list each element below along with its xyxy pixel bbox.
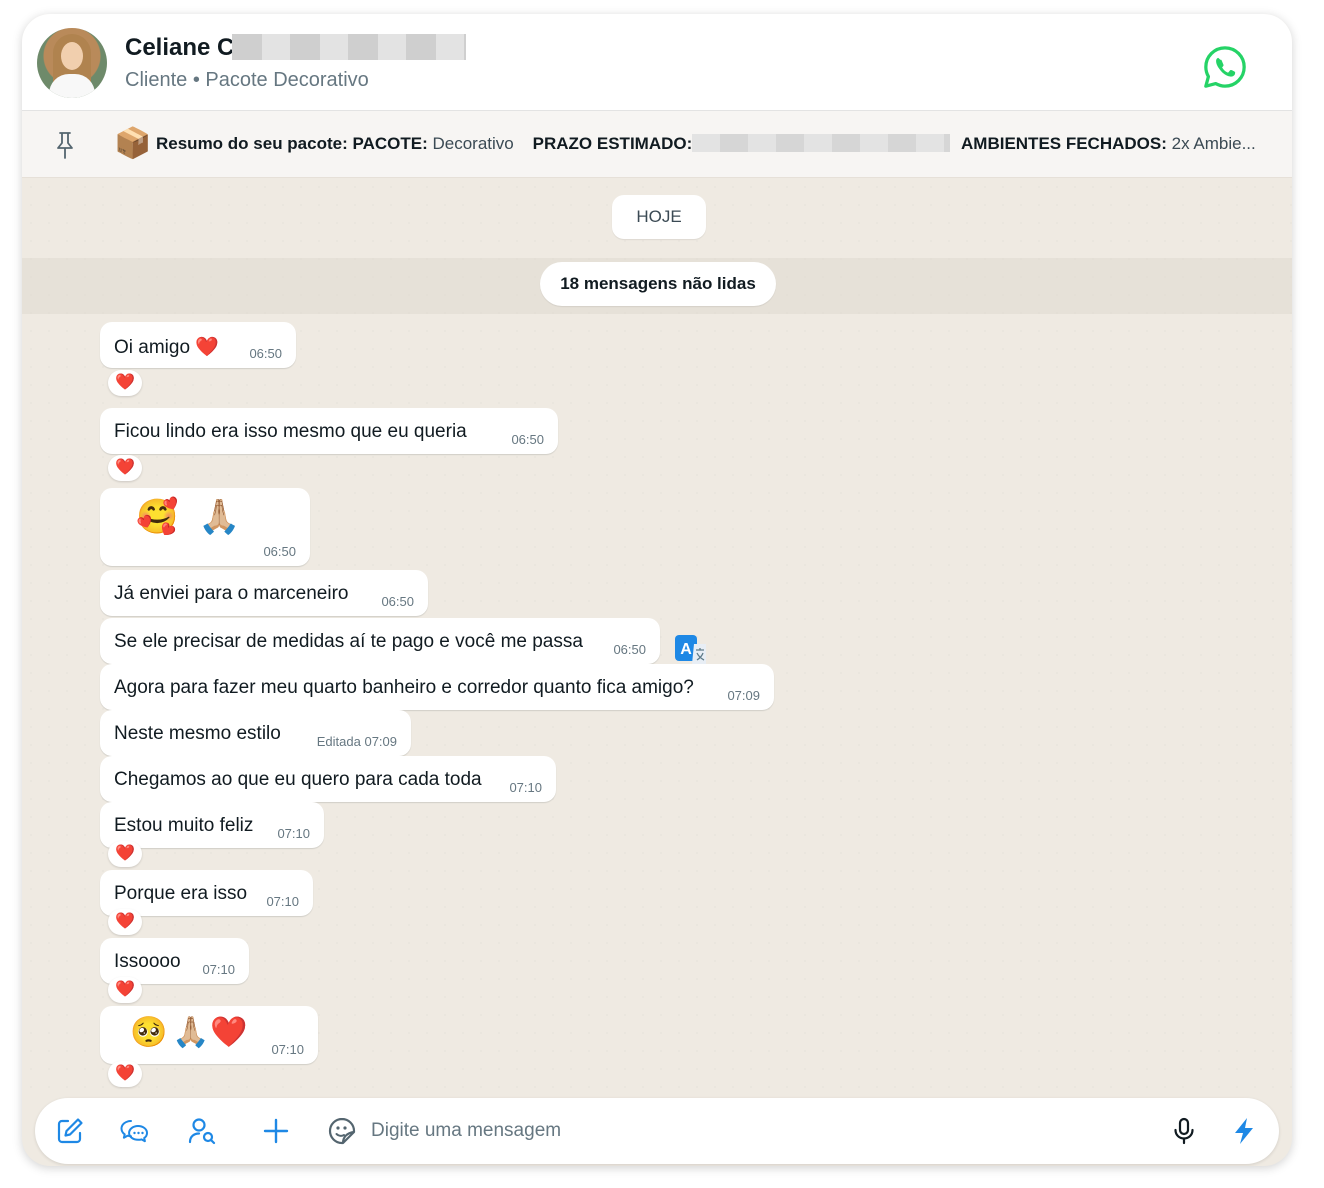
message-bubble[interactable]: Ficou lindo era isso mesmo que eu queria… [100, 408, 558, 454]
pinned-prazo-key: PRAZO ESTIMADO: [532, 134, 693, 153]
message-text: Ficou lindo era isso mesmo que eu queria [114, 421, 467, 442]
message-text: Chegamos ao que eu quero para cada toda [114, 769, 482, 790]
edit-icon[interactable] [55, 1116, 85, 1146]
message-bubble[interactable]: Se ele precisar de medidas aí te pago e … [100, 618, 660, 664]
message-composer: Digite uma mensagem [35, 1098, 1279, 1164]
heart-reaction-icon[interactable]: ❤️ [108, 841, 142, 867]
whatsapp-icon[interactable] [1202, 44, 1248, 90]
redacted-surname [232, 34, 466, 60]
message-bubble[interactable]: Já enviei para o marceneiro 06:50 [100, 570, 428, 616]
message-time: 06:50 [263, 544, 296, 559]
heart-reaction-icon[interactable]: ❤️ [108, 909, 142, 935]
red-heart-emoji: ❤️ [210, 1016, 248, 1049]
package-box-icon: 📦 [114, 127, 152, 160]
message-time: 07:10 [277, 826, 310, 841]
chat-header: Celiane C Cliente • Pacote Decorativo [22, 14, 1292, 111]
avatar-face [61, 42, 83, 70]
plus-icon[interactable] [261, 1116, 291, 1146]
chat-window: Celiane C Cliente • Pacote Decorativo 📦 … [22, 14, 1292, 1166]
message-bubble[interactable]: Agora para fazer meu quarto banheiro e c… [100, 664, 774, 710]
svg-text:A: A [680, 641, 692, 658]
message-text: Já enviei para o marceneiro [114, 583, 349, 604]
pinned-pacote-key: PACOTE: [352, 134, 428, 153]
smiling-hearts-emoji: 🥰 [136, 498, 179, 536]
pin-icon[interactable] [55, 131, 75, 159]
praying-hands-emoji: 🙏🏼 [172, 1016, 210, 1049]
pinned-ambientes-key: AMBIENTES FECHADOS: [961, 134, 1167, 153]
heart-reaction-icon[interactable]: ❤️ [108, 1061, 142, 1087]
pinned-label: Resumo do seu pacote: [156, 134, 348, 153]
message-time: 07:10 [202, 962, 235, 977]
pinned-summary-text: Resumo do seu pacote: PACOTE: Decorativo… [156, 134, 1256, 154]
message-time: 06:50 [613, 642, 646, 657]
contact-search-icon[interactable] [187, 1116, 217, 1146]
message-text: Oi amigo ❤️ [114, 337, 219, 358]
contact-subtitle: Cliente • Pacote Decorativo [125, 69, 369, 91]
emoji-message-bubble[interactable]: 🥰 🙏🏼 06:50 [100, 488, 310, 566]
pinned-pacote-value: Decorativo [432, 134, 514, 153]
heart-reaction-icon[interactable]: ❤️ [108, 455, 142, 481]
message-text: Estou muito feliz [114, 815, 254, 836]
message-time: 06:50 [381, 594, 414, 609]
praying-hands-emoji: 🙏🏼 [198, 498, 241, 536]
message-time: 06:50 [249, 346, 282, 361]
contact-avatar[interactable] [37, 28, 107, 98]
quick-replies-icon[interactable] [119, 1116, 149, 1146]
unread-messages-label: 18 mensagens não lidas [540, 262, 776, 306]
contact-name[interactable]: Celiane C [125, 34, 234, 62]
message-time: 07:10 [266, 894, 299, 909]
translate-icon[interactable]: A [674, 634, 708, 668]
message-list[interactable]: HOJE 18 mensagens não lidas Oi amigo ❤️ … [22, 178, 1292, 1098]
message-text: Agora para fazer meu quarto banheiro e c… [114, 677, 694, 698]
message-bubble[interactable]: Chegamos ao que eu quero para cada toda … [100, 756, 556, 802]
microphone-icon[interactable] [1169, 1116, 1199, 1146]
message-time: 07:10 [509, 780, 542, 795]
message-time: 07:10 [271, 1042, 304, 1057]
message-input[interactable]: Digite uma mensagem [371, 1120, 561, 1142]
pinned-message-bar[interactable]: 📦 Resumo do seu pacote: PACOTE: Decorati… [22, 111, 1292, 178]
sticker-icon[interactable] [327, 1116, 357, 1146]
heart-reaction-icon[interactable]: ❤️ [108, 370, 142, 396]
message-time: 07:09 [727, 688, 760, 703]
message-bubble[interactable]: Neste mesmo estilo Editada 07:09 [100, 710, 411, 756]
emoji-message-bubble[interactable]: 🥺 🙏🏼 ❤️ 07:10 [100, 1006, 318, 1064]
message-time: 06:50 [511, 432, 544, 447]
message-text: Neste mesmo estilo [114, 723, 281, 744]
message-bubble[interactable]: Oi amigo ❤️ 06:50 [100, 322, 296, 368]
pleading-face-emoji: 🥺 [130, 1016, 168, 1049]
message-time: Editada 07:09 [316, 734, 397, 749]
redacted-prazo [692, 134, 951, 152]
message-text: Issoooo [114, 951, 181, 972]
pinned-ambientes-value: 2x Ambie... [1171, 134, 1256, 153]
message-text: Se ele precisar de medidas aí te pago e … [114, 631, 583, 652]
lightning-icon[interactable] [1229, 1116, 1259, 1146]
heart-reaction-icon[interactable]: ❤️ [108, 977, 142, 1003]
date-separator: HOJE [612, 195, 706, 239]
message-text: Porque era isso [114, 883, 248, 904]
